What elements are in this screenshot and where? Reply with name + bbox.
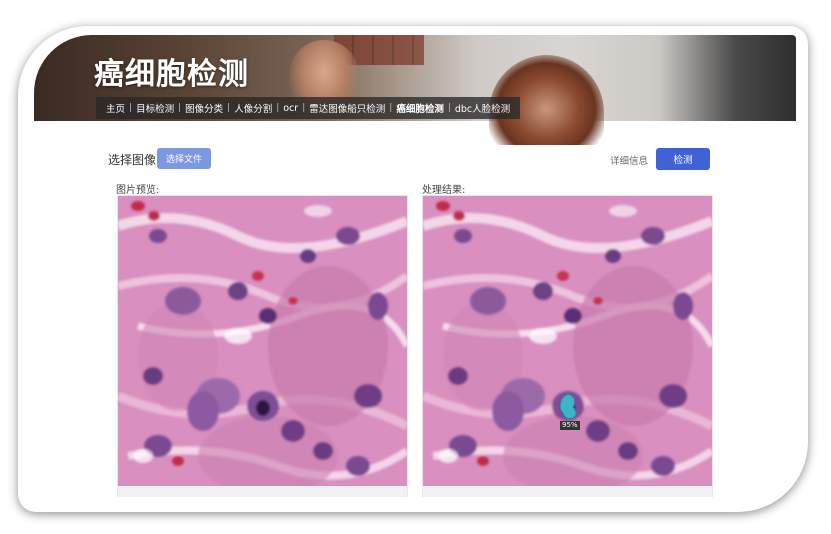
histology-image xyxy=(423,196,712,486)
preview-image xyxy=(117,195,408,497)
result-label: 处理结果: xyxy=(422,185,466,196)
page-title: 癌细胞检测 xyxy=(94,57,249,92)
nav-item[interactable]: 癌细胞检测 xyxy=(392,101,448,115)
histology-image xyxy=(118,196,407,486)
header-banner: 癌细胞检测 主页 | 目标检测 | 图像分类 | 人像分割 | ocr | 雷达图像船只检测 | 癌细胞… xyxy=(34,35,796,145)
detect-button[interactable]: 检测 xyxy=(656,148,710,170)
nav-item[interactable]: 雷达图像船只检测 xyxy=(305,101,389,115)
detection-confidence-label: 95% xyxy=(560,421,580,430)
app-window: 癌细胞检测 主页 | 目标检测 | 图像分类 | 人像分割 | ocr | 雷达图像船只检测 | 癌细胞… xyxy=(34,35,796,497)
nav-item[interactable]: ocr xyxy=(279,103,302,114)
result-image: 95% xyxy=(422,195,713,497)
nav-item[interactable]: dbc人脸检测 xyxy=(451,101,514,115)
choose-file-button[interactable]: 选择文件 xyxy=(157,148,211,169)
nav-item[interactable]: 主页 xyxy=(102,101,129,115)
select-image-label: 选择图像 xyxy=(108,153,157,167)
nav-item[interactable]: 目标检测 xyxy=(132,101,178,115)
details-link[interactable]: 详细信息 xyxy=(610,153,648,167)
nav-item[interactable]: 图像分类 xyxy=(181,101,227,115)
nav-item[interactable]: 人像分割 xyxy=(230,101,276,115)
top-nav: 主页 | 目标检测 | 图像分类 | 人像分割 | ocr | 雷达图像船只检测 | 癌细胞检测 | dbc… xyxy=(96,97,521,119)
preview-label: 图片预览: xyxy=(116,185,160,196)
